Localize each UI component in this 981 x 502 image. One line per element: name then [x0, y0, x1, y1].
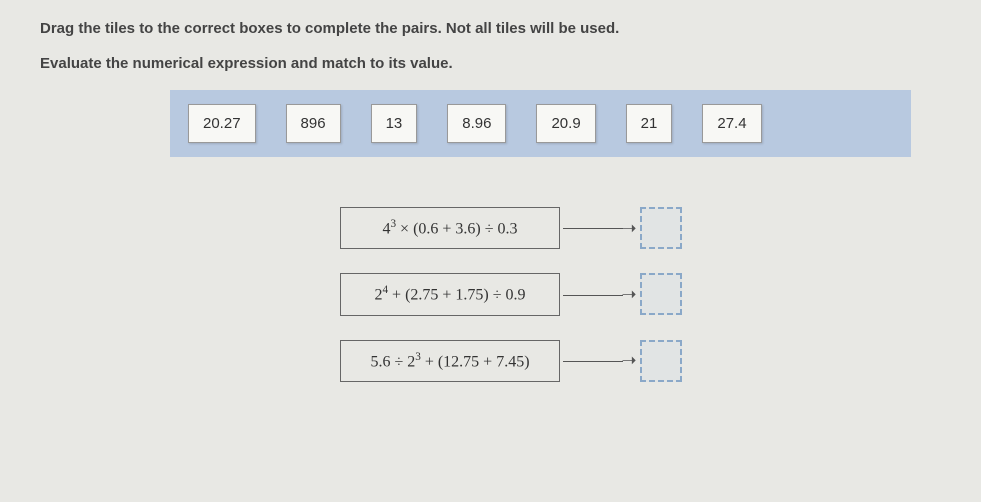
tile[interactable]: 13	[371, 104, 418, 143]
drop-target[interactable]	[640, 207, 682, 249]
instruction-line-2: Evaluate the numerical expression and ma…	[40, 55, 941, 72]
expression-box: 24 + (2.75 + 1.75) ÷ 0.9	[340, 273, 560, 315]
tile[interactable]: 20.9	[536, 104, 595, 143]
tile[interactable]: 8.96	[447, 104, 506, 143]
pairs-area: 43 × (0.6 + 3.6) ÷ 0.3 ➝ 24 + (2.75 + 1.…	[340, 207, 941, 382]
drop-target[interactable]	[640, 340, 682, 382]
expression-box: 5.6 ÷ 23 + (12.75 + 7.45)	[340, 340, 560, 382]
tile[interactable]: 20.27	[188, 104, 256, 143]
pair-row: 43 × (0.6 + 3.6) ÷ 0.3 ➝	[340, 207, 941, 249]
arrow-icon: ➝	[560, 284, 640, 305]
arrow-icon: ➝	[560, 218, 640, 239]
expr-pre: 5.6 ÷	[370, 353, 407, 370]
instruction-line-1: Drag the tiles to the correct boxes to c…	[40, 20, 941, 37]
expr-rest: × (0.6 + 3.6) ÷ 0.3	[396, 220, 517, 237]
drop-target[interactable]	[640, 273, 682, 315]
pair-row: 5.6 ÷ 23 + (12.75 + 7.45) ➝	[340, 340, 941, 382]
pair-row: 24 + (2.75 + 1.75) ÷ 0.9 ➝	[340, 273, 941, 315]
expression-box: 43 × (0.6 + 3.6) ÷ 0.3	[340, 207, 560, 249]
tile-bar: 20.27 896 13 8.96 20.9 21 27.4	[170, 90, 911, 157]
arrow-icon: ➝	[560, 350, 640, 371]
tile[interactable]: 27.4	[702, 104, 761, 143]
expr-rest: + (2.75 + 1.75) ÷ 0.9	[388, 287, 525, 304]
tile[interactable]: 896	[286, 104, 341, 143]
expr-rest: + (12.75 + 7.45)	[421, 353, 530, 370]
tile[interactable]: 21	[626, 104, 673, 143]
